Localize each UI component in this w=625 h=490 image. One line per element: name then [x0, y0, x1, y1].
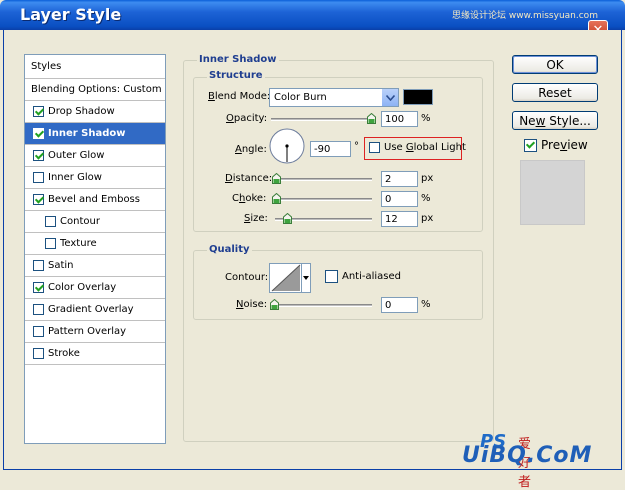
opacity-input[interactable]: 100	[381, 111, 418, 127]
blend-mode-value: Color Burn	[274, 92, 327, 103]
style-item-checkbox[interactable]	[33, 106, 44, 117]
style-item-label: Bevel and Emboss	[48, 194, 140, 205]
styles-list: Styles Blending Options: Custom Drop Sha…	[24, 54, 166, 444]
style-item-label: Color Overlay	[48, 282, 117, 293]
style-item-label: Texture	[60, 238, 97, 249]
style-item-label: Contour	[60, 216, 100, 227]
styles-header[interactable]: Styles	[25, 55, 165, 79]
anti-aliased-checkbox[interactable]: Anti-aliased	[325, 270, 401, 283]
blending-options-row[interactable]: Blending Options: Custom	[25, 79, 165, 101]
style-item-label: Inner Shadow	[48, 128, 126, 139]
shadow-color-swatch[interactable]	[403, 89, 433, 105]
styles-header-label: Styles	[31, 61, 62, 72]
style-item-checkbox[interactable]	[33, 172, 44, 183]
anti-aliased-label: Anti-aliased	[342, 271, 402, 282]
blending-options-label: Blending Options: Custom	[31, 84, 162, 95]
choke-unit: %	[421, 193, 431, 204]
opacity-slider-track[interactable]	[271, 118, 373, 121]
blend-mode-select[interactable]: Color Burn	[269, 88, 399, 107]
opacity-unit: %	[421, 113, 431, 124]
angle-dial[interactable]	[269, 128, 305, 164]
contour-dropdown-arrow[interactable]	[301, 264, 310, 292]
opacity-label: Opacity:	[226, 113, 268, 124]
quality-title: Quality	[207, 244, 252, 255]
contour-curve-icon	[271, 264, 301, 292]
triangle-down-icon	[303, 276, 309, 280]
contour-picker[interactable]	[269, 263, 311, 293]
blend-mode-label: Blend Mode:	[208, 91, 271, 102]
style-item-gradient-overlay[interactable]: Gradient Overlay	[25, 299, 165, 321]
style-item-pattern-overlay[interactable]: Pattern Overlay	[25, 321, 165, 343]
style-item-stroke[interactable]: Stroke	[25, 343, 165, 365]
style-item-satin[interactable]: Satin	[25, 255, 165, 277]
chevron-down-icon	[381, 89, 398, 106]
noise-label: Noise:	[236, 299, 268, 310]
style-item-inner-glow[interactable]: Inner Glow	[25, 167, 165, 189]
style-item-outer-glow[interactable]: Outer Glow	[25, 145, 165, 167]
use-global-light-box	[369, 142, 380, 153]
angle-input[interactable]: -90	[310, 141, 351, 157]
style-item-bevel-and-emboss[interactable]: Bevel and Emboss	[25, 189, 165, 211]
size-label: Size:	[244, 213, 268, 224]
watermark-uibq: UiBQ.CoM	[462, 443, 593, 468]
style-item-label: Satin	[48, 260, 74, 271]
style-item-contour[interactable]: Contour	[25, 211, 165, 233]
distance-input[interactable]: 2	[381, 171, 418, 187]
noise-unit: %	[421, 299, 431, 310]
choke-label: Choke:	[232, 193, 267, 204]
noise-slider-thumb[interactable]	[270, 299, 279, 310]
preview-thumbnail	[520, 160, 585, 225]
preview-label: Preview	[541, 138, 588, 152]
style-item-checkbox[interactable]	[33, 194, 44, 205]
style-item-checkbox[interactable]	[33, 260, 44, 271]
use-global-light-label: Use Global Light	[384, 142, 466, 153]
style-item-checkbox[interactable]	[33, 326, 44, 337]
style-item-checkbox[interactable]	[33, 282, 44, 293]
choke-input[interactable]: 0	[381, 191, 418, 207]
size-slider-thumb[interactable]	[283, 213, 292, 224]
angle-label: Angle:	[235, 144, 267, 155]
distance-slider-track[interactable]	[275, 178, 372, 181]
distance-slider-thumb[interactable]	[272, 173, 281, 184]
use-global-light-checkbox[interactable]: Use Global Light	[369, 142, 466, 153]
style-item-label: Outer Glow	[48, 150, 105, 161]
preview-checkbox[interactable]: Preview	[524, 138, 588, 152]
style-item-label: Stroke	[48, 348, 80, 359]
noise-slider-track[interactable]	[275, 304, 372, 307]
style-item-label: Pattern Overlay	[48, 326, 127, 337]
ok-button[interactable]: OK	[512, 55, 598, 74]
structure-title: Structure	[207, 70, 265, 81]
angle-unit: °	[354, 141, 359, 152]
size-unit: px	[421, 213, 434, 224]
reset-button[interactable]: Reset	[512, 83, 598, 102]
style-item-checkbox[interactable]	[33, 128, 44, 139]
style-item-checkbox[interactable]	[45, 216, 56, 227]
new-style-button[interactable]: New Style...	[512, 111, 598, 130]
style-item-label: Drop Shadow	[48, 106, 115, 117]
watermark-top: 思缘设计论坛 www.missyuan.com	[452, 11, 598, 21]
anti-aliased-box	[325, 270, 338, 283]
style-item-drop-shadow[interactable]: Drop Shadow	[25, 101, 165, 123]
choke-slider-thumb[interactable]	[272, 193, 281, 204]
style-item-checkbox[interactable]	[33, 348, 44, 359]
title-bar: Layer Style 思缘设计论坛 www.missyuan.com	[0, 0, 625, 30]
distance-unit: px	[421, 173, 434, 184]
size-input[interactable]: 12	[381, 211, 418, 227]
style-item-inner-shadow[interactable]: Inner Shadow	[25, 123, 165, 145]
preview-box	[524, 138, 537, 152]
style-item-checkbox[interactable]	[33, 304, 44, 315]
style-item-checkbox[interactable]	[45, 238, 56, 249]
choke-slider-track[interactable]	[275, 198, 372, 201]
noise-input[interactable]: 0	[381, 297, 418, 313]
style-item-color-overlay[interactable]: Color Overlay	[25, 277, 165, 299]
style-item-label: Gradient Overlay	[48, 304, 134, 315]
contour-label: Contour:	[225, 272, 269, 283]
distance-label: Distance:	[225, 173, 273, 184]
inner-shadow-title: Inner Shadow	[197, 54, 279, 65]
style-item-texture[interactable]: Texture	[25, 233, 165, 255]
window-title: Layer Style	[20, 5, 122, 24]
style-item-label: Inner Glow	[48, 172, 102, 183]
style-item-checkbox[interactable]	[33, 150, 44, 161]
opacity-slider-thumb[interactable]	[367, 113, 376, 124]
